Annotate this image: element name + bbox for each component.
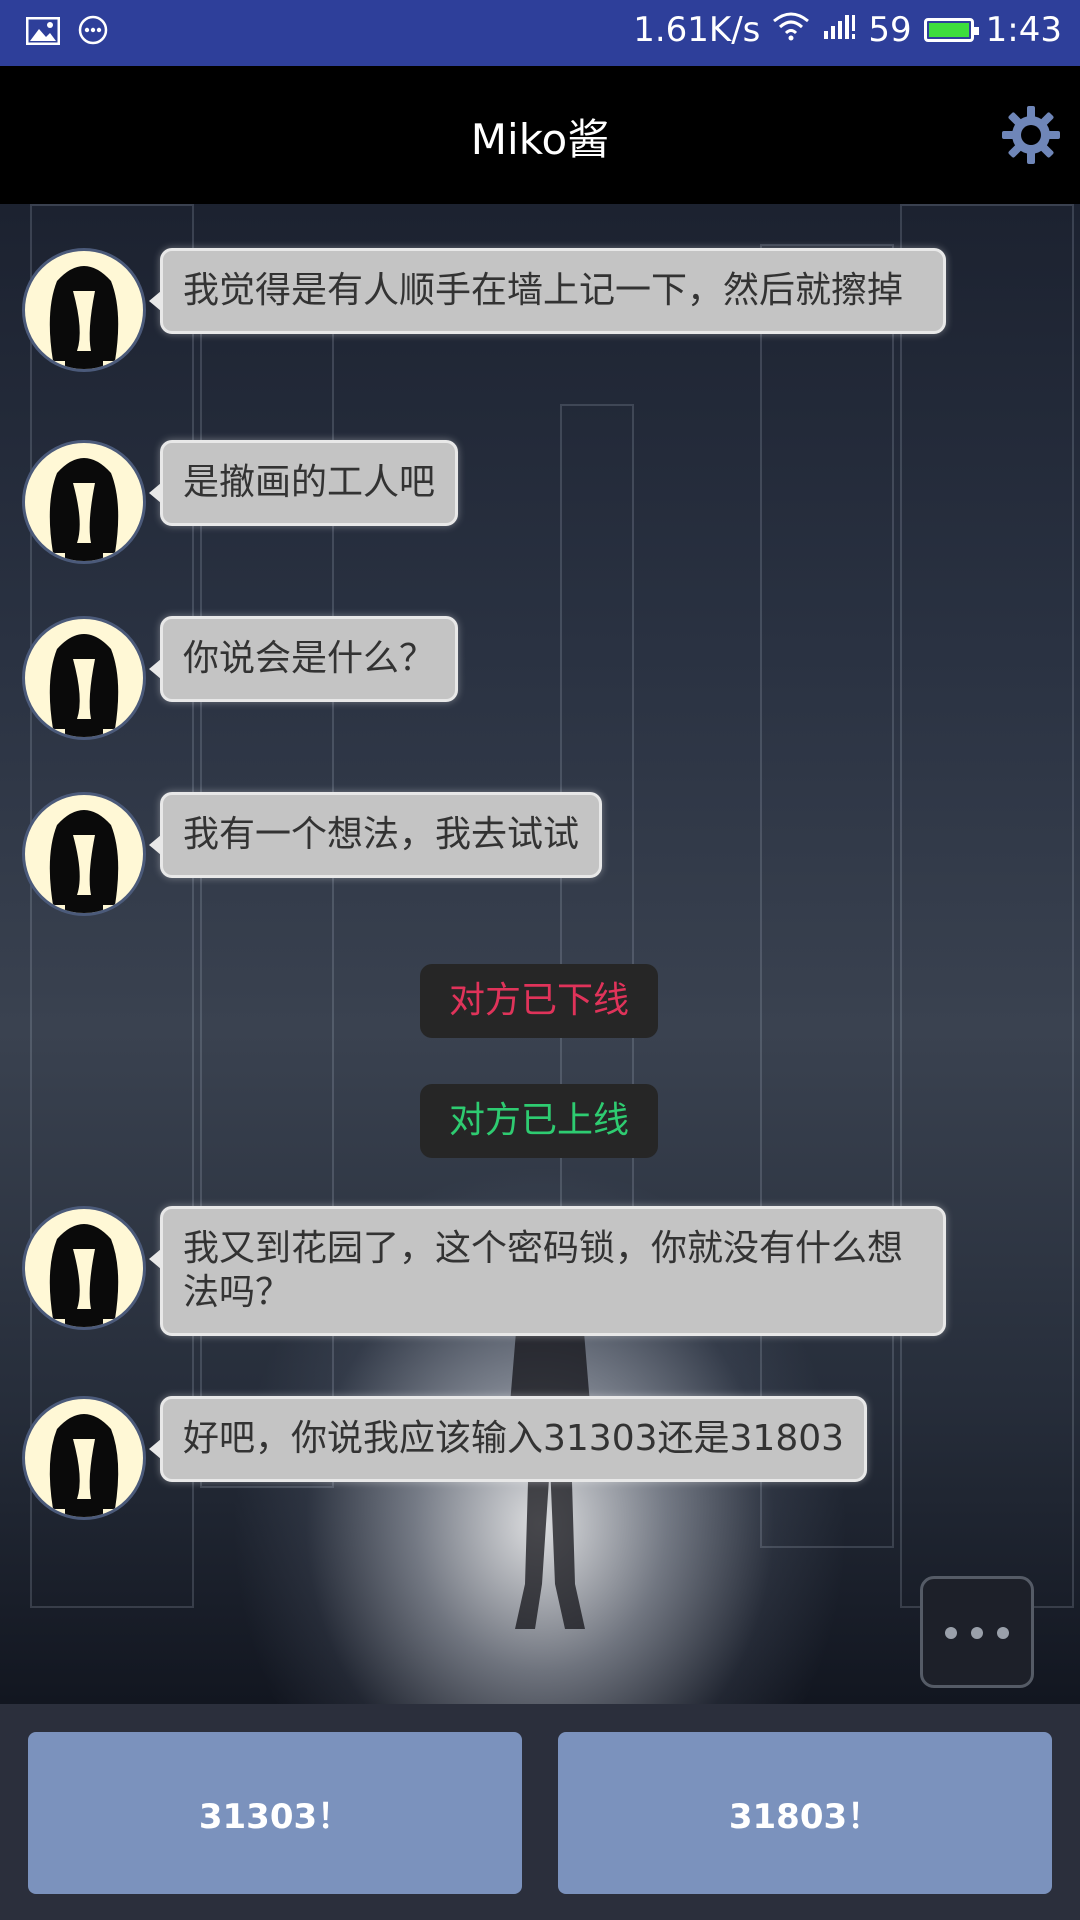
message-row: 我又到花园了，这个密码锁，你就没有什么想法吗？	[22, 1206, 946, 1336]
message-bubble: 我有一个想法，我去试试	[148, 792, 603, 878]
message-bubble: 好吧，你说我应该输入31303还是31803	[148, 1396, 868, 1482]
chat-title: Miko酱	[470, 115, 610, 164]
choice-button-31303[interactable]: 31303！	[28, 1732, 522, 1894]
message-bubble: 我觉得是有人顺手在墙上记一下，然后就擦掉	[149, 248, 946, 334]
avatar[interactable]	[22, 1396, 146, 1520]
background-building	[760, 244, 894, 1548]
more-icon	[78, 14, 108, 54]
avatar[interactable]	[22, 440, 146, 564]
chat-area[interactable]: 我觉得是有人顺手在墙上记一下，然后就擦掉 是撤画的工人吧 你说会是什么？ 我有一…	[0, 204, 1080, 1704]
typing-dots-icon	[920, 1576, 1034, 1688]
gear-icon[interactable]	[1000, 104, 1062, 166]
app-bar: Miko酱	[0, 66, 1080, 204]
network-speed: 1.61K/s	[633, 10, 761, 50]
image-icon	[25, 14, 61, 54]
message-row: 我觉得是有人顺手在墙上记一下，然后就擦掉	[22, 248, 946, 372]
avatar[interactable]	[22, 792, 146, 916]
message-bubble: 你说会是什么？	[148, 616, 459, 702]
offline-notice: 对方已下线	[420, 964, 658, 1038]
signal-icon	[822, 10, 856, 50]
choice-button-31803[interactable]: 31803！	[558, 1732, 1052, 1894]
message-row: 你说会是什么？	[22, 616, 459, 740]
wifi-icon	[772, 10, 810, 50]
message-row: 我有一个想法，我去试试	[22, 792, 603, 916]
message-row: 是撤画的工人吧	[22, 440, 459, 564]
message-bubble: 我又到花园了，这个密码锁，你就没有什么想法吗？	[149, 1206, 946, 1336]
message-row: 好吧，你说我应该输入31303还是31803	[22, 1396, 868, 1520]
avatar[interactable]	[22, 1206, 146, 1330]
avatar[interactable]	[22, 616, 146, 740]
battery-icon	[923, 18, 979, 42]
avatar[interactable]	[22, 248, 146, 372]
clock: 1:43	[985, 10, 1062, 50]
status-bar: 1.61K/s 59 1:43	[0, 0, 1080, 66]
online-notice: 对方已上线	[420, 1084, 658, 1158]
message-bubble: 是撤画的工人吧	[148, 440, 459, 526]
reply-options-bar: 31303！ 31803！	[0, 1704, 1080, 1920]
signal-strength: 59	[868, 10, 912, 50]
background-building	[900, 204, 1074, 1608]
